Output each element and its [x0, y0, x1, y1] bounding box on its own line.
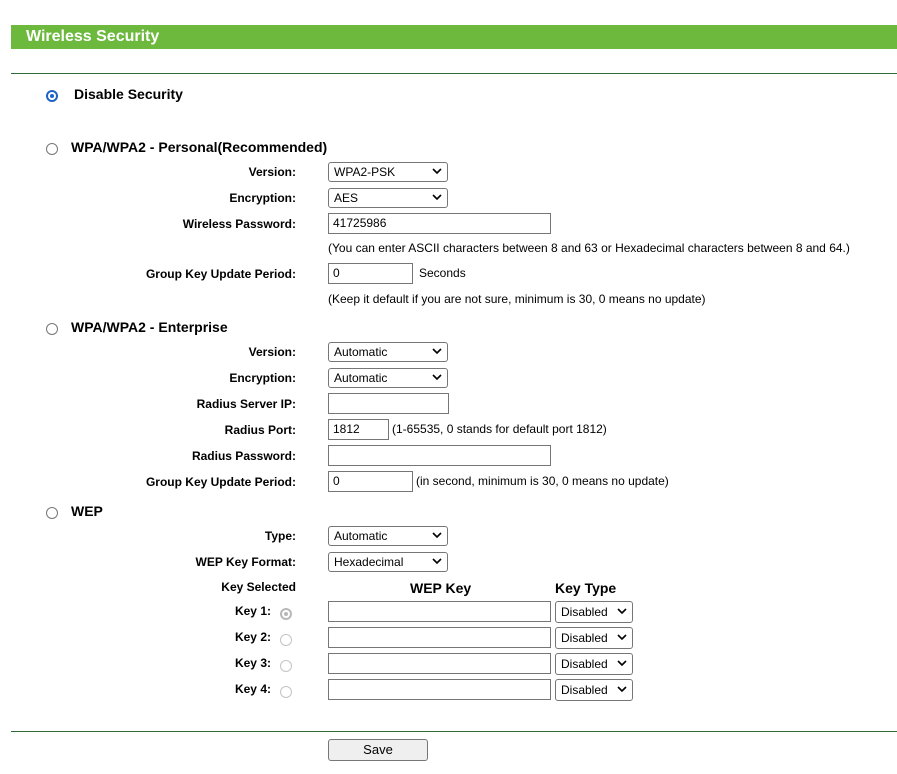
- radius-port-input[interactable]: 1812: [328, 419, 389, 440]
- key-3-type-value: Disabled: [561, 657, 608, 671]
- chevron-down-icon: [432, 194, 442, 201]
- personal-gkup-note: (Keep it default if you are not sure, mi…: [328, 292, 706, 306]
- key-2-type-select[interactable]: Disabled: [555, 627, 633, 649]
- enterprise-encryption-value: Automatic: [334, 371, 388, 385]
- personal-version-label: Version:: [248, 165, 296, 179]
- chevron-down-icon: [432, 374, 442, 381]
- key-2-type-value: Disabled: [561, 631, 608, 645]
- wep-type-select[interactable]: Automatic: [328, 526, 448, 546]
- radius-port-note: (1-65535, 0 stands for default port 1812…: [392, 422, 607, 436]
- key-4-type-value: Disabled: [561, 683, 608, 697]
- enterprise-gkup-note: (in second, minimum is 30, 0 means no up…: [416, 474, 669, 488]
- key-3-input[interactable]: [328, 653, 551, 674]
- radius-password-label: Radius Password:: [191, 449, 296, 463]
- radius-server-ip-input[interactable]: [328, 393, 449, 414]
- wpa-personal-radio[interactable]: [46, 143, 58, 155]
- radius-port-label: Radius Port:: [224, 423, 296, 437]
- key-1-type-select[interactable]: Disabled: [555, 601, 633, 623]
- wep-type-label: Type:: [264, 529, 296, 543]
- key-3-radio[interactable]: [280, 660, 292, 672]
- personal-version-value: WPA2-PSK: [334, 165, 396, 179]
- top-divider: [11, 73, 897, 74]
- radius-server-ip-label: Radius Server IP:: [196, 397, 296, 411]
- enterprise-gkup-input[interactable]: 0: [328, 471, 413, 492]
- chevron-down-icon: [432, 532, 442, 539]
- key-3-type-select[interactable]: Disabled: [555, 653, 633, 675]
- wep-key-format-value: Hexadecimal: [334, 555, 404, 569]
- key-type-header: Key Type: [555, 580, 617, 596]
- key-selected-header: Key Selected: [221, 580, 296, 594]
- wep-key-format-label: WEP Key Format:: [195, 555, 296, 569]
- enterprise-version-value: Automatic: [334, 345, 388, 359]
- key-2-radio[interactable]: [280, 634, 292, 646]
- enterprise-encryption-select[interactable]: Automatic: [328, 368, 448, 388]
- chevron-down-icon: [432, 558, 442, 565]
- chevron-down-icon: [432, 168, 442, 175]
- radius-password-input[interactable]: [328, 445, 551, 466]
- key-1-type-value: Disabled: [561, 605, 608, 619]
- personal-version-select[interactable]: WPA2-PSK: [328, 162, 448, 182]
- personal-encryption-value: AES: [334, 191, 359, 205]
- enterprise-version-label: Version:: [248, 345, 296, 359]
- chevron-down-icon: [617, 660, 627, 667]
- personal-password-note: (You can enter ASCII characters between …: [328, 241, 850, 255]
- enterprise-encryption-label: Encryption:: [229, 371, 296, 385]
- chevron-down-icon: [617, 634, 627, 641]
- page-title: Wireless Security: [11, 25, 897, 49]
- personal-encryption-label: Encryption:: [229, 191, 296, 205]
- key-2-input[interactable]: [328, 627, 551, 648]
- disable-security-label: Disable Security: [74, 86, 183, 102]
- wep-label: WEP: [71, 503, 103, 519]
- chevron-down-icon: [432, 348, 442, 355]
- save-button[interactable]: Save: [328, 739, 428, 761]
- chevron-down-icon: [617, 608, 627, 615]
- key-1-input[interactable]: [328, 601, 551, 622]
- wep-key-header: WEP Key: [410, 580, 472, 596]
- key-3-label: Key 3:: [234, 656, 271, 670]
- wpa-enterprise-label: WPA/WPA2 - Enterprise: [71, 319, 228, 335]
- key-2-label: Key 2:: [234, 630, 271, 644]
- key-4-radio[interactable]: [280, 686, 292, 698]
- personal-gkup-unit: Seconds: [419, 266, 466, 280]
- personal-password-label: Wireless Password:: [182, 217, 296, 231]
- disable-security-radio[interactable]: [46, 90, 58, 102]
- key-4-input[interactable]: [328, 679, 551, 700]
- wep-type-value: Automatic: [334, 529, 388, 543]
- enterprise-version-select[interactable]: Automatic: [328, 342, 448, 362]
- wep-radio[interactable]: [46, 507, 58, 519]
- wep-key-format-select[interactable]: Hexadecimal: [328, 552, 448, 572]
- enterprise-gkup-label: Group Key Update Period:: [145, 475, 296, 489]
- bottom-divider: [11, 731, 897, 732]
- wpa-enterprise-radio[interactable]: [46, 323, 58, 335]
- personal-gkup-label: Group Key Update Period:: [145, 267, 296, 281]
- key-4-label: Key 4:: [234, 682, 271, 696]
- personal-gkup-input[interactable]: 0: [328, 263, 413, 284]
- key-1-label: Key 1:: [234, 604, 271, 618]
- wpa-personal-label: WPA/WPA2 - Personal(Recommended): [71, 139, 328, 155]
- key-4-type-select[interactable]: Disabled: [555, 679, 633, 701]
- personal-encryption-select[interactable]: AES: [328, 188, 448, 208]
- chevron-down-icon: [617, 686, 627, 693]
- personal-password-input[interactable]: 41725986: [328, 213, 551, 234]
- key-1-radio[interactable]: [280, 608, 292, 620]
